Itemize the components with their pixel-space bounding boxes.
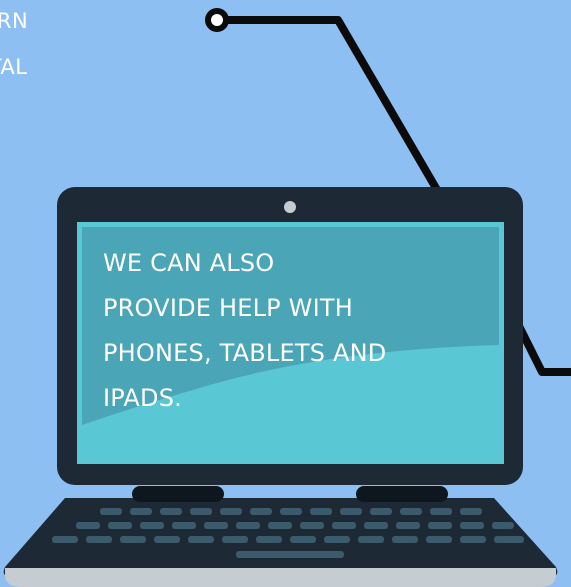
webcam-icon <box>284 201 296 213</box>
hinge-right <box>356 486 448 502</box>
screen-line-2: PROVIDE HELP WITH <box>103 294 353 322</box>
screen-line-1: WE CAN ALSO <box>103 249 275 277</box>
wire-connector-icon <box>205 8 229 32</box>
wire-top <box>219 16 444 198</box>
laptop-base-edge <box>5 568 556 587</box>
screen-line-3: PHONES, TABLETS AND <box>103 339 387 367</box>
wire-right <box>512 318 571 376</box>
screen-message: WE CAN ALSO PROVIDE HELP WITH PHONES, TA… <box>103 241 483 421</box>
screen-line-4: IPADS. <box>103 384 182 412</box>
hinge-left <box>132 486 224 502</box>
illustration-stage: ARN ITAL <box>0 0 571 587</box>
